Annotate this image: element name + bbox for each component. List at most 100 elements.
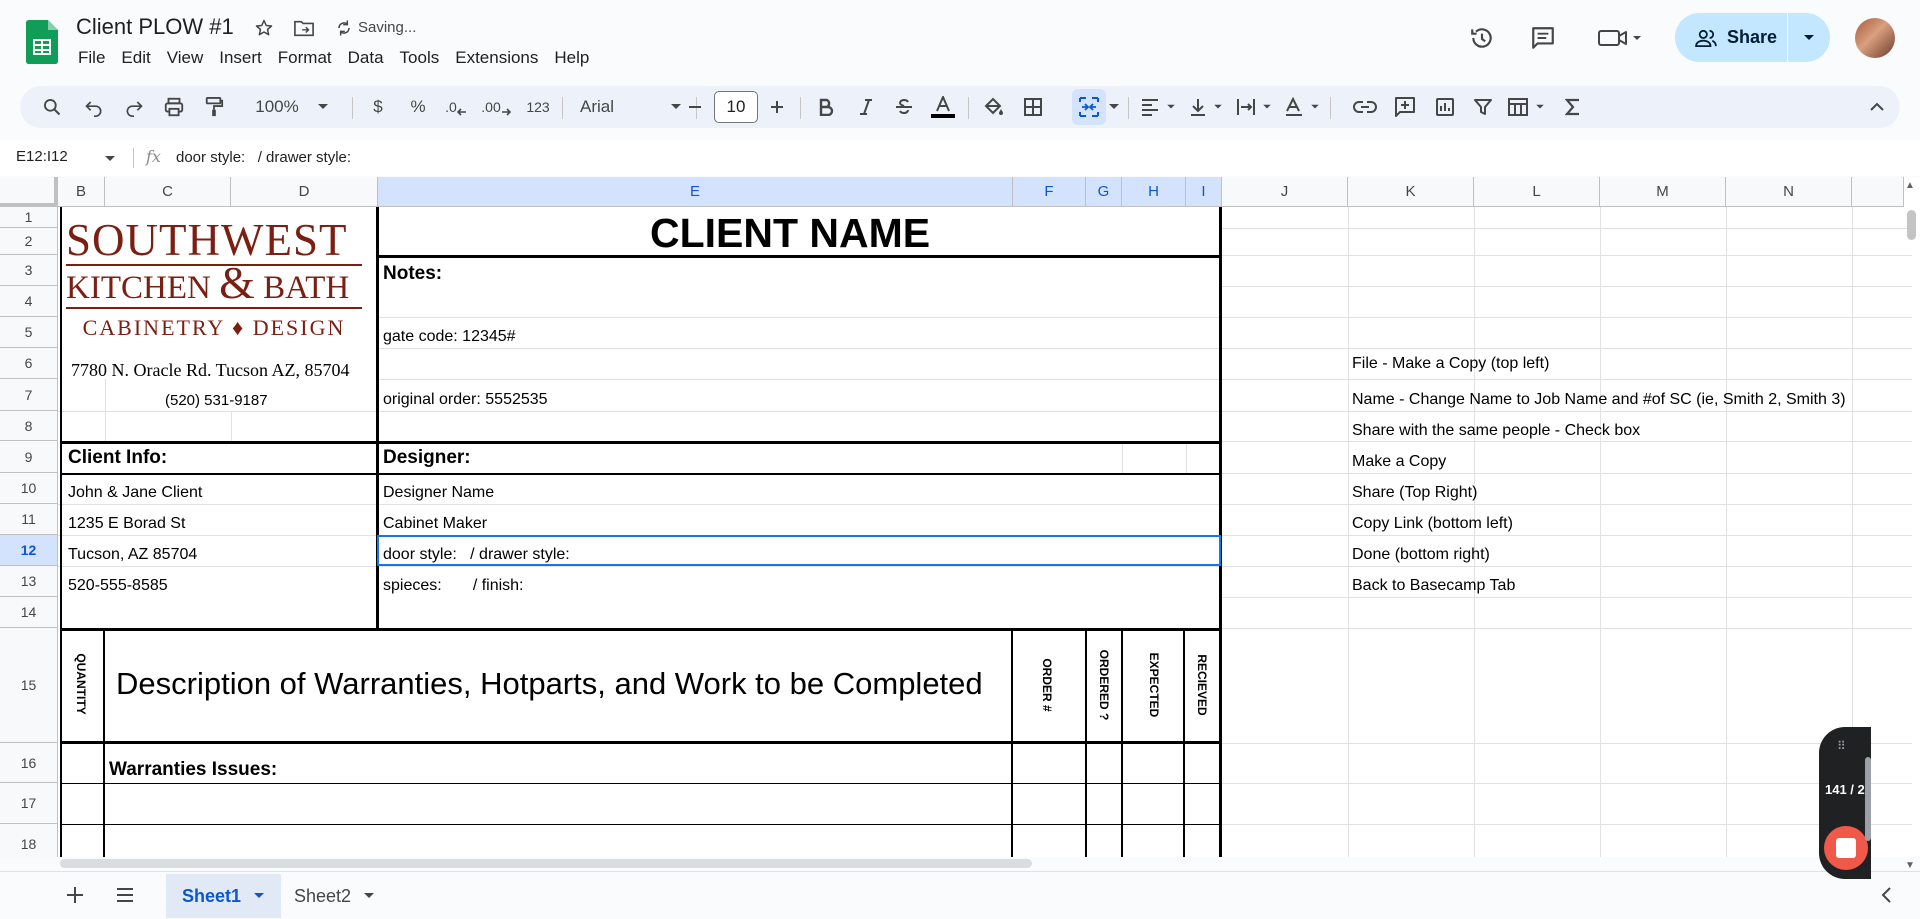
row-header-16[interactable]: 16 [0,743,58,783]
fill-color-icon[interactable] [976,91,1010,123]
column-header-m[interactable]: M [1600,177,1726,207]
column-header-e[interactable]: E [378,177,1013,207]
text-wrapping-icon[interactable] [1232,91,1276,123]
menu-edit[interactable]: Edit [113,46,158,70]
filter-icon[interactable] [1466,91,1500,123]
row-header-2[interactable]: 2 [0,228,58,255]
row-header-17[interactable]: 17 [0,783,58,824]
font-size-input[interactable]: 10 [714,91,758,123]
italic-icon[interactable] [850,91,882,123]
paint-format-icon[interactable] [198,91,230,123]
all-sheets-menu-icon[interactable] [114,884,136,911]
comments-icon[interactable] [1523,18,1563,58]
decrease-font-size-button[interactable] [680,91,710,123]
text-rotation-icon[interactable] [1280,91,1324,123]
merge-options-chevron-icon[interactable] [1106,91,1122,123]
version-history-icon[interactable] [1462,18,1502,58]
insert-comment-icon[interactable] [1388,91,1422,123]
column-header-b[interactable]: B [58,177,105,207]
sheet-tab-sheet1[interactable]: Sheet1 [166,874,282,918]
column-header-n[interactable]: N [1726,177,1852,207]
menu-format[interactable]: Format [270,46,340,70]
column-header-k[interactable]: K [1348,177,1474,207]
menu-view[interactable]: View [159,46,212,70]
column-header-f[interactable]: F [1013,177,1086,207]
menu-extensions[interactable]: Extensions [447,46,546,70]
row-header-7[interactable]: 7 [0,379,58,411]
format-percent-button[interactable]: % [402,91,434,123]
move-to-folder-icon[interactable] [292,16,316,40]
row-header-5[interactable]: 5 [0,317,58,348]
row-header-9[interactable]: 9 [0,441,58,473]
menu-file[interactable]: File [70,46,113,70]
more-formats-button[interactable]: 123 [520,91,556,123]
share-button[interactable]: Share [1675,13,1830,62]
screen-recorder-widget[interactable]: ⠿ 141 / 2 [1819,727,1871,879]
column-header-l[interactable]: L [1474,177,1600,207]
column-header-next[interactable] [1852,177,1904,207]
row-header-18[interactable]: 18 [0,824,58,857]
name-box[interactable]: E12:I12 [16,148,68,165]
share-dropdown-icon[interactable] [1788,34,1830,42]
row-header-4[interactable]: 4 [0,286,58,317]
share-main-button[interactable]: Share [1675,13,1788,62]
horizontal-scrollbar[interactable] [60,859,1032,868]
menu-tools[interactable]: Tools [392,46,448,70]
borders-icon[interactable] [1016,91,1050,123]
scroll-down-arrow-icon[interactable]: ▼ [1905,860,1915,871]
vertical-scrollbar[interactable] [1907,210,1916,240]
collapse-side-panel-icon[interactable] [1880,886,1892,909]
drag-handle-icon[interactable]: ⠿ [1837,739,1847,753]
insert-link-icon[interactable] [1348,91,1382,123]
redo-icon[interactable] [118,91,150,123]
menu-insert[interactable]: Insert [211,46,270,70]
row-header-12[interactable]: 12 [0,535,58,566]
row-header-6[interactable]: 6 [0,348,58,379]
print-icon[interactable] [158,91,190,123]
column-header-i[interactable]: I [1186,177,1222,207]
star-icon[interactable] [252,16,276,40]
format-currency-button[interactable]: $ [362,91,394,123]
row-header-1[interactable]: 1 [0,207,58,228]
row-header-15[interactable]: 15 [0,628,58,743]
strikethrough-icon[interactable] [888,91,920,123]
search-menus-icon[interactable] [36,91,68,123]
text-color-icon[interactable] [926,91,960,123]
undo-icon[interactable] [78,91,110,123]
column-header-g[interactable]: G [1086,177,1122,207]
zoom-select[interactable]: 100% [242,91,342,123]
row-header-11[interactable]: 11 [0,504,58,535]
column-header-h[interactable]: H [1122,177,1186,207]
insert-chart-icon[interactable] [1428,91,1462,123]
column-header-d[interactable]: D [231,177,378,207]
row-header-3[interactable]: 3 [0,255,58,286]
stop-recording-button[interactable] [1824,826,1868,870]
menu-help[interactable]: Help [546,46,597,70]
row-header-13[interactable]: 13 [0,566,58,597]
row-header-10[interactable]: 10 [0,473,58,504]
filter-views-icon[interactable] [1504,91,1548,123]
functions-sigma-icon[interactable] [1556,91,1590,123]
select-all-corner[interactable] [0,177,58,207]
row-header-14[interactable]: 14 [0,597,58,628]
collapse-toolbar-icon[interactable] [1862,91,1892,123]
font-family-select[interactable]: Arial [572,91,690,123]
vertical-align-icon[interactable] [1184,91,1228,123]
name-box-dropdown-icon[interactable] [104,150,116,168]
increase-decimal-button[interactable]: .00 [476,91,516,123]
cell-selection[interactable] [377,535,1221,566]
add-sheet-icon[interactable] [64,884,86,911]
menu-data[interactable]: Data [340,46,392,70]
sheet-tab-sheet2[interactable]: Sheet2 [278,874,391,918]
document-title[interactable]: Client PLOW #1 [76,14,234,40]
row-header-8[interactable]: 8 [0,411,58,441]
horizontal-align-icon[interactable] [1136,91,1180,123]
formula-input[interactable]: door style: / drawer style: [176,149,351,166]
merge-cells-icon[interactable] [1072,91,1106,123]
decrease-decimal-button[interactable]: .0 [438,91,474,123]
sheets-logo-icon[interactable] [26,20,58,64]
column-header-c[interactable]: C [105,177,231,207]
account-avatar[interactable] [1855,18,1895,58]
column-header-j[interactable]: J [1222,177,1348,207]
scroll-up-arrow-icon[interactable]: ▲ [1905,180,1915,191]
